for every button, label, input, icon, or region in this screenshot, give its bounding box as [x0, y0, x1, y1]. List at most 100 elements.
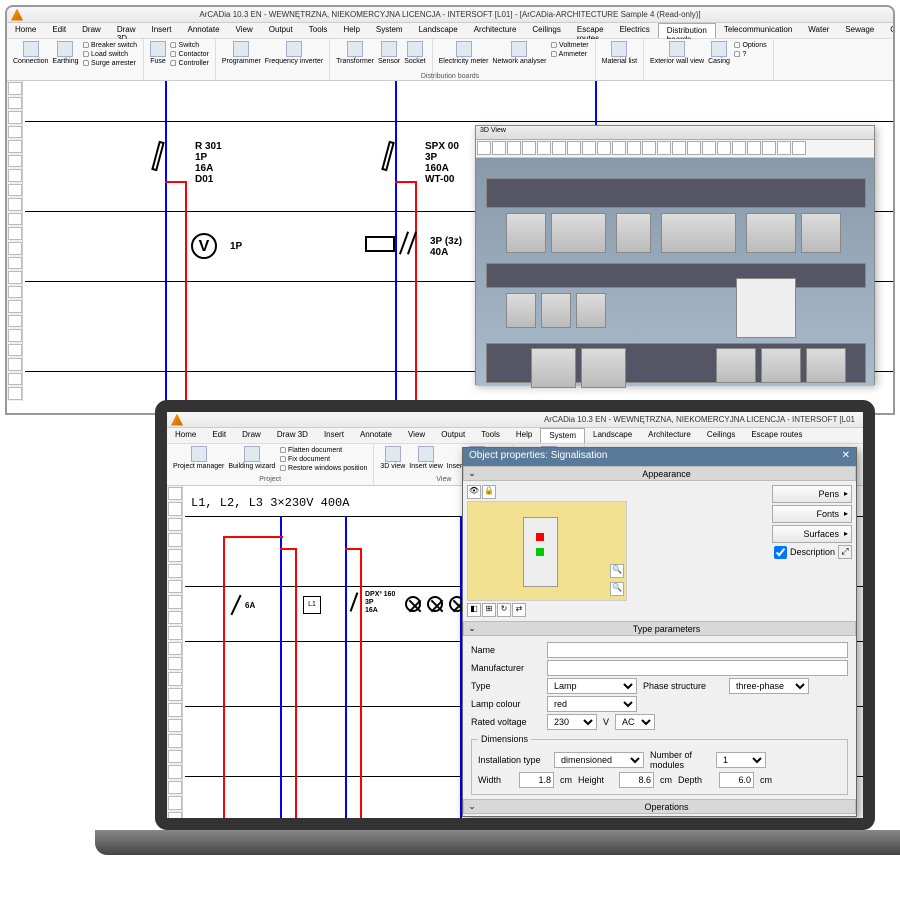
menu-item-draw[interactable]: Draw: [74, 23, 109, 38]
tool-button-14[interactable]: [8, 286, 22, 299]
tool-button-4[interactable]: [168, 549, 182, 562]
menu-item-system[interactable]: System: [368, 23, 411, 38]
ribbon-programmer[interactable]: Programmer: [222, 41, 261, 65]
tool-button-21[interactable]: [8, 387, 22, 400]
preview-toolbar-left[interactable]: 👁🔒: [467, 485, 627, 499]
tool-button-8[interactable]: [8, 198, 22, 211]
ribbon-socket[interactable]: Socket: [404, 41, 425, 65]
menu-item-help[interactable]: Help: [508, 428, 540, 443]
grid-icon[interactable]: ⊞: [482, 603, 496, 617]
ribbon-?[interactable]: ▢ ?: [734, 50, 767, 58]
voltage-select[interactable]: 230: [547, 714, 597, 730]
tool-button-10[interactable]: [8, 227, 22, 240]
menu-item-ceilings[interactable]: Ceilings: [524, 23, 568, 38]
expand-icon[interactable]: ⤢: [838, 545, 852, 559]
type-select[interactable]: Lamp: [547, 678, 637, 694]
preview-toolbar-bottom[interactable]: ◧⊞↻⇄: [467, 603, 627, 617]
install-type-select[interactable]: dimensioned: [554, 752, 644, 768]
zoom-in-icon[interactable]: 🔍: [610, 564, 624, 578]
3d-tool-18[interactable]: [747, 141, 761, 155]
tool-button-19[interactable]: [8, 358, 22, 371]
menu-item-annotate[interactable]: Annotate: [180, 23, 228, 38]
menu-item-draw-3d[interactable]: Draw 3D: [109, 23, 144, 38]
3d-tool-13[interactable]: [672, 141, 686, 155]
menu-item-tools[interactable]: Tools: [301, 23, 336, 38]
3d-tool-20[interactable]: [777, 141, 791, 155]
depth-field[interactable]: [719, 772, 754, 788]
menu-item-draw[interactable]: Draw: [234, 428, 269, 443]
ribbon-project-manager[interactable]: Project manager: [173, 446, 224, 472]
tool-button-9[interactable]: [168, 626, 182, 639]
tool-button-6[interactable]: [168, 580, 182, 593]
menu-item-insert[interactable]: Insert: [143, 23, 179, 38]
mirror-icon[interactable]: ⇄: [512, 603, 526, 617]
menu-item-ceilings[interactable]: Ceilings: [699, 428, 743, 443]
ribbon-restore-windows-position[interactable]: ▢ Restore windows position: [279, 464, 367, 472]
3d-tool-17[interactable]: [732, 141, 746, 155]
menu-item-view[interactable]: View: [228, 23, 261, 38]
tool-button-20[interactable]: [168, 796, 182, 809]
tool-button-9[interactable]: [8, 213, 22, 226]
surfaces-button[interactable]: Surfaces: [772, 525, 852, 543]
menu-item-sewage[interactable]: Sewage: [837, 23, 882, 38]
3d-tool-0[interactable]: [477, 141, 491, 155]
view-icon[interactable]: 👁: [467, 485, 481, 499]
chevron-down-icon[interactable]: ⌄: [465, 623, 479, 634]
3d-tool-7[interactable]: [582, 141, 596, 155]
menu-item-annotate[interactable]: Annotate: [352, 428, 400, 443]
menu-item-edit[interactable]: Edit: [204, 428, 234, 443]
ribbon-sensor[interactable]: Sensor: [378, 41, 400, 65]
tool-button-5[interactable]: [168, 564, 182, 577]
chevron-down-icon[interactable]: ⌄: [465, 468, 479, 479]
tool-button-15[interactable]: [168, 719, 182, 732]
pens-button[interactable]: Pens: [772, 485, 852, 503]
tool-button-17[interactable]: [8, 329, 22, 342]
ribbon-fix-document[interactable]: ▢ Fix document: [279, 455, 367, 463]
tool-button-19[interactable]: [168, 781, 182, 794]
3d-tool-14[interactable]: [687, 141, 701, 155]
vertical-toolbar[interactable]: [7, 81, 23, 401]
appearance-header[interactable]: ⌄Appearance: [463, 466, 856, 481]
menu-item-insert[interactable]: Insert: [316, 428, 352, 443]
3d-tool-12[interactable]: [657, 141, 671, 155]
menu-item-architecture[interactable]: Architecture: [640, 428, 699, 443]
ribbon-earthing[interactable]: Earthing: [52, 41, 78, 67]
menu-item-landscape[interactable]: Landscape: [585, 428, 640, 443]
dialog-titlebar[interactable]: Object properties: Signalisation ✕: [463, 448, 856, 466]
ribbon-3d-view[interactable]: 3D view: [380, 446, 405, 470]
3d-tool-6[interactable]: [567, 141, 581, 155]
menu-item-home[interactable]: Home: [167, 428, 204, 443]
3d-tool-1[interactable]: [492, 141, 506, 155]
tool-button-10[interactable]: [168, 642, 182, 655]
menu-item-gas[interactable]: Gas: [882, 23, 895, 38]
ribbon-controller[interactable]: ▢ Controller: [170, 59, 209, 67]
3d-tool-11[interactable]: [642, 141, 656, 155]
tool-button-11[interactable]: [168, 657, 182, 670]
operations-header[interactable]: ⌄Operations: [463, 799, 856, 814]
close-icon[interactable]: ✕: [842, 450, 850, 464]
3d-tool-4[interactable]: [537, 141, 551, 155]
lock-icon[interactable]: 🔒: [482, 485, 496, 499]
menu-item-landscape[interactable]: Landscape: [411, 23, 466, 38]
3d-toolbar[interactable]: [476, 140, 874, 158]
chevron-down-icon[interactable]: ⌄: [465, 801, 479, 812]
tool-button-2[interactable]: [8, 111, 22, 124]
tool-button-2[interactable]: [168, 518, 182, 531]
menu-item-escape-routes[interactable]: Escape routes: [569, 23, 612, 38]
3d-tool-2[interactable]: [507, 141, 521, 155]
ribbon-switch[interactable]: ▢ Switch: [170, 41, 209, 49]
3d-tool-21[interactable]: [792, 141, 806, 155]
menu-item-home[interactable]: Home: [7, 23, 44, 38]
3d-tool-5[interactable]: [552, 141, 566, 155]
tool-button-7[interactable]: [168, 595, 182, 608]
menu-item-help[interactable]: Help: [335, 23, 367, 38]
tool-button-21[interactable]: [168, 812, 182, 825]
phase-select[interactable]: three-phase: [729, 678, 809, 694]
ribbon-toolbar[interactable]: ConnectionEarthing▢ Breaker switch▢ Load…: [7, 39, 893, 81]
menu-item-system[interactable]: System: [540, 428, 585, 443]
menu-item-architecture[interactable]: Architecture: [466, 23, 525, 38]
name-field[interactable]: [547, 642, 848, 658]
ribbon-exterior-wall-view[interactable]: Exterior wall view: [650, 41, 704, 65]
description-checkbox[interactable]: [774, 546, 787, 559]
ribbon-fuse[interactable]: Fuse: [150, 41, 166, 67]
